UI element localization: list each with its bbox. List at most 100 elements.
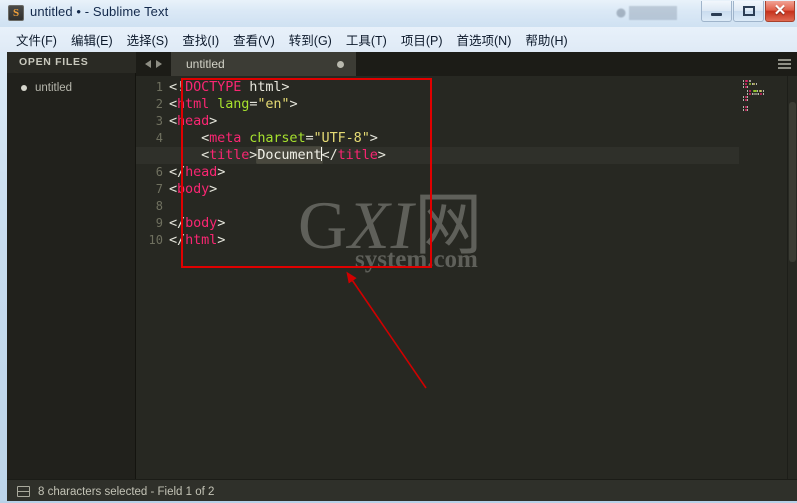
code-line-3[interactable]: <head> bbox=[169, 113, 217, 130]
code-token: > bbox=[369, 130, 378, 146]
code-token: < bbox=[169, 181, 178, 197]
scrollbar-thumb[interactable] bbox=[789, 102, 796, 262]
menu-tools[interactable]: 工具(T) bbox=[339, 28, 394, 52]
menu-project[interactable]: 项目(P) bbox=[394, 28, 450, 52]
tab-bar: untitled bbox=[136, 52, 797, 76]
code-token: meta bbox=[209, 130, 242, 146]
line-number: 6 bbox=[155, 165, 163, 179]
selection-icon bbox=[17, 486, 30, 497]
minimap-token bbox=[747, 99, 749, 102]
minimap-token bbox=[747, 96, 749, 98]
code-token: DOCTYPE bbox=[185, 79, 242, 95]
status-message: 8 characters selected - Field 1 of 2 bbox=[38, 485, 215, 498]
code-line-1[interactable]: <!DOCTYPE html> bbox=[169, 79, 290, 96]
application-body: OPEN FILES untitled untitled 1 2 3 4 6 7… bbox=[7, 52, 797, 503]
code-line-2[interactable]: <html lang="en"> bbox=[169, 96, 298, 113]
minimap-token bbox=[753, 83, 756, 86]
vertical-scrollbar[interactable] bbox=[787, 76, 797, 479]
tab-next-arrow-icon[interactable] bbox=[156, 60, 162, 68]
code-line-content: <!DOCTYPE html> bbox=[169, 79, 290, 95]
line-number: 1 bbox=[155, 80, 163, 94]
minimap-token bbox=[743, 99, 744, 102]
code-token: < bbox=[169, 130, 210, 146]
code-line-content: <body> bbox=[169, 181, 217, 197]
minimap-token bbox=[748, 80, 752, 82]
minimap-token bbox=[747, 86, 749, 89]
code-line-6[interactable]: </head> bbox=[169, 164, 225, 181]
code-line-content: </head> bbox=[169, 164, 225, 180]
maximize-button[interactable] bbox=[733, 1, 764, 22]
minimap-token bbox=[743, 105, 745, 108]
menu-help[interactable]: 帮助(H) bbox=[518, 28, 574, 52]
minimap-token bbox=[748, 83, 751, 86]
minimap-token bbox=[763, 92, 764, 95]
line-number: 8 bbox=[155, 199, 163, 213]
code-line-10[interactable]: </html> bbox=[169, 232, 225, 249]
minimap-token bbox=[747, 105, 749, 108]
menu-selection[interactable]: 选择(S) bbox=[120, 28, 176, 52]
title-bar: S untitled • - Sublime Text ✕ bbox=[0, 0, 797, 27]
menu-find[interactable]: 查找(I) bbox=[175, 28, 226, 52]
faded-background-label bbox=[615, 6, 687, 20]
side-bar: OPEN FILES untitled bbox=[7, 52, 136, 503]
menu-edit[interactable]: 编辑(E) bbox=[64, 28, 120, 52]
code-token: </ bbox=[169, 215, 186, 231]
code-token: > bbox=[217, 232, 226, 248]
code-token: html> bbox=[241, 79, 290, 95]
code-token: < bbox=[169, 147, 210, 163]
menu-file[interactable]: 文件(F) bbox=[9, 28, 64, 52]
code-token: html bbox=[185, 232, 218, 248]
minimap-token bbox=[753, 92, 758, 95]
tab-unsaved-dot-icon[interactable] bbox=[337, 61, 344, 68]
code-line-4[interactable]: <meta charset="UTF-8"> bbox=[169, 130, 378, 147]
code-line-7[interactable]: <body> bbox=[169, 181, 217, 198]
minimap-token bbox=[743, 96, 745, 98]
menu-goto[interactable]: 转到(G) bbox=[282, 28, 339, 52]
sidebar-item-untitled[interactable]: untitled bbox=[7, 78, 136, 98]
code-token: < bbox=[169, 96, 178, 112]
minimize-button[interactable] bbox=[701, 1, 732, 22]
code-line-content: <meta charset="UTF-8"> bbox=[169, 130, 378, 146]
code-line-9[interactable]: </body> bbox=[169, 215, 225, 232]
minimap-token bbox=[743, 86, 744, 89]
sublime-text-window: S untitled • - Sublime Text ✕ 文件(F) 编辑(E… bbox=[0, 0, 797, 503]
minimap-token bbox=[747, 89, 748, 92]
code-token: </ bbox=[169, 164, 186, 180]
line-number: 2 bbox=[155, 97, 163, 111]
tab-label: untitled bbox=[186, 57, 225, 71]
minimap[interactable] bbox=[739, 76, 787, 479]
code-line-5[interactable]: <title>Document</title> bbox=[136, 147, 749, 164]
code-line-content: <html lang="en"> bbox=[169, 96, 298, 112]
code-token: > bbox=[217, 215, 226, 231]
minimap-token bbox=[759, 92, 763, 95]
menu-bar: 文件(F) 编辑(E) 选择(S) 查找(I) 查看(V) 转到(G) 工具(T… bbox=[0, 27, 797, 52]
minimap-token bbox=[748, 92, 752, 95]
tab-navigation bbox=[136, 52, 171, 76]
line-number-gutter: 1 2 3 4 5 6 7 8 9 10 bbox=[136, 76, 169, 479]
code-token: <! bbox=[169, 79, 186, 95]
menu-line bbox=[778, 63, 791, 65]
code-token: lang bbox=[217, 96, 250, 112]
code-token: </ bbox=[321, 147, 338, 163]
menu-view[interactable]: 查看(V) bbox=[226, 28, 282, 52]
selected-text: Document bbox=[257, 147, 322, 163]
code-text-area[interactable]: <!DOCTYPE html> <html lang="en"> <head> <m… bbox=[136, 76, 749, 479]
line-number: 10 bbox=[148, 233, 163, 247]
tab-prev-arrow-icon[interactable] bbox=[145, 60, 151, 68]
menu-preferences[interactable]: 首选项(N) bbox=[450, 28, 519, 52]
code-token: title bbox=[337, 147, 378, 163]
tab-untitled[interactable]: untitled bbox=[171, 52, 356, 76]
line-number: 7 bbox=[155, 182, 163, 196]
code-line-content: </body> bbox=[169, 215, 225, 231]
code-line-content: <title>Document</title> bbox=[169, 147, 386, 164]
tab-overflow-menu-icon[interactable] bbox=[778, 59, 791, 69]
code-token: </ bbox=[169, 232, 186, 248]
code-token: > bbox=[377, 147, 386, 163]
file-dot-icon bbox=[21, 85, 27, 91]
code-token: < bbox=[169, 113, 178, 129]
code-editor[interactable]: 1 2 3 4 5 6 7 8 9 10 <!DOCTYPE html><htm… bbox=[136, 76, 797, 479]
minimap-token bbox=[743, 108, 745, 111]
minimap-token bbox=[743, 83, 744, 86]
close-button[interactable]: ✕ bbox=[765, 1, 795, 22]
